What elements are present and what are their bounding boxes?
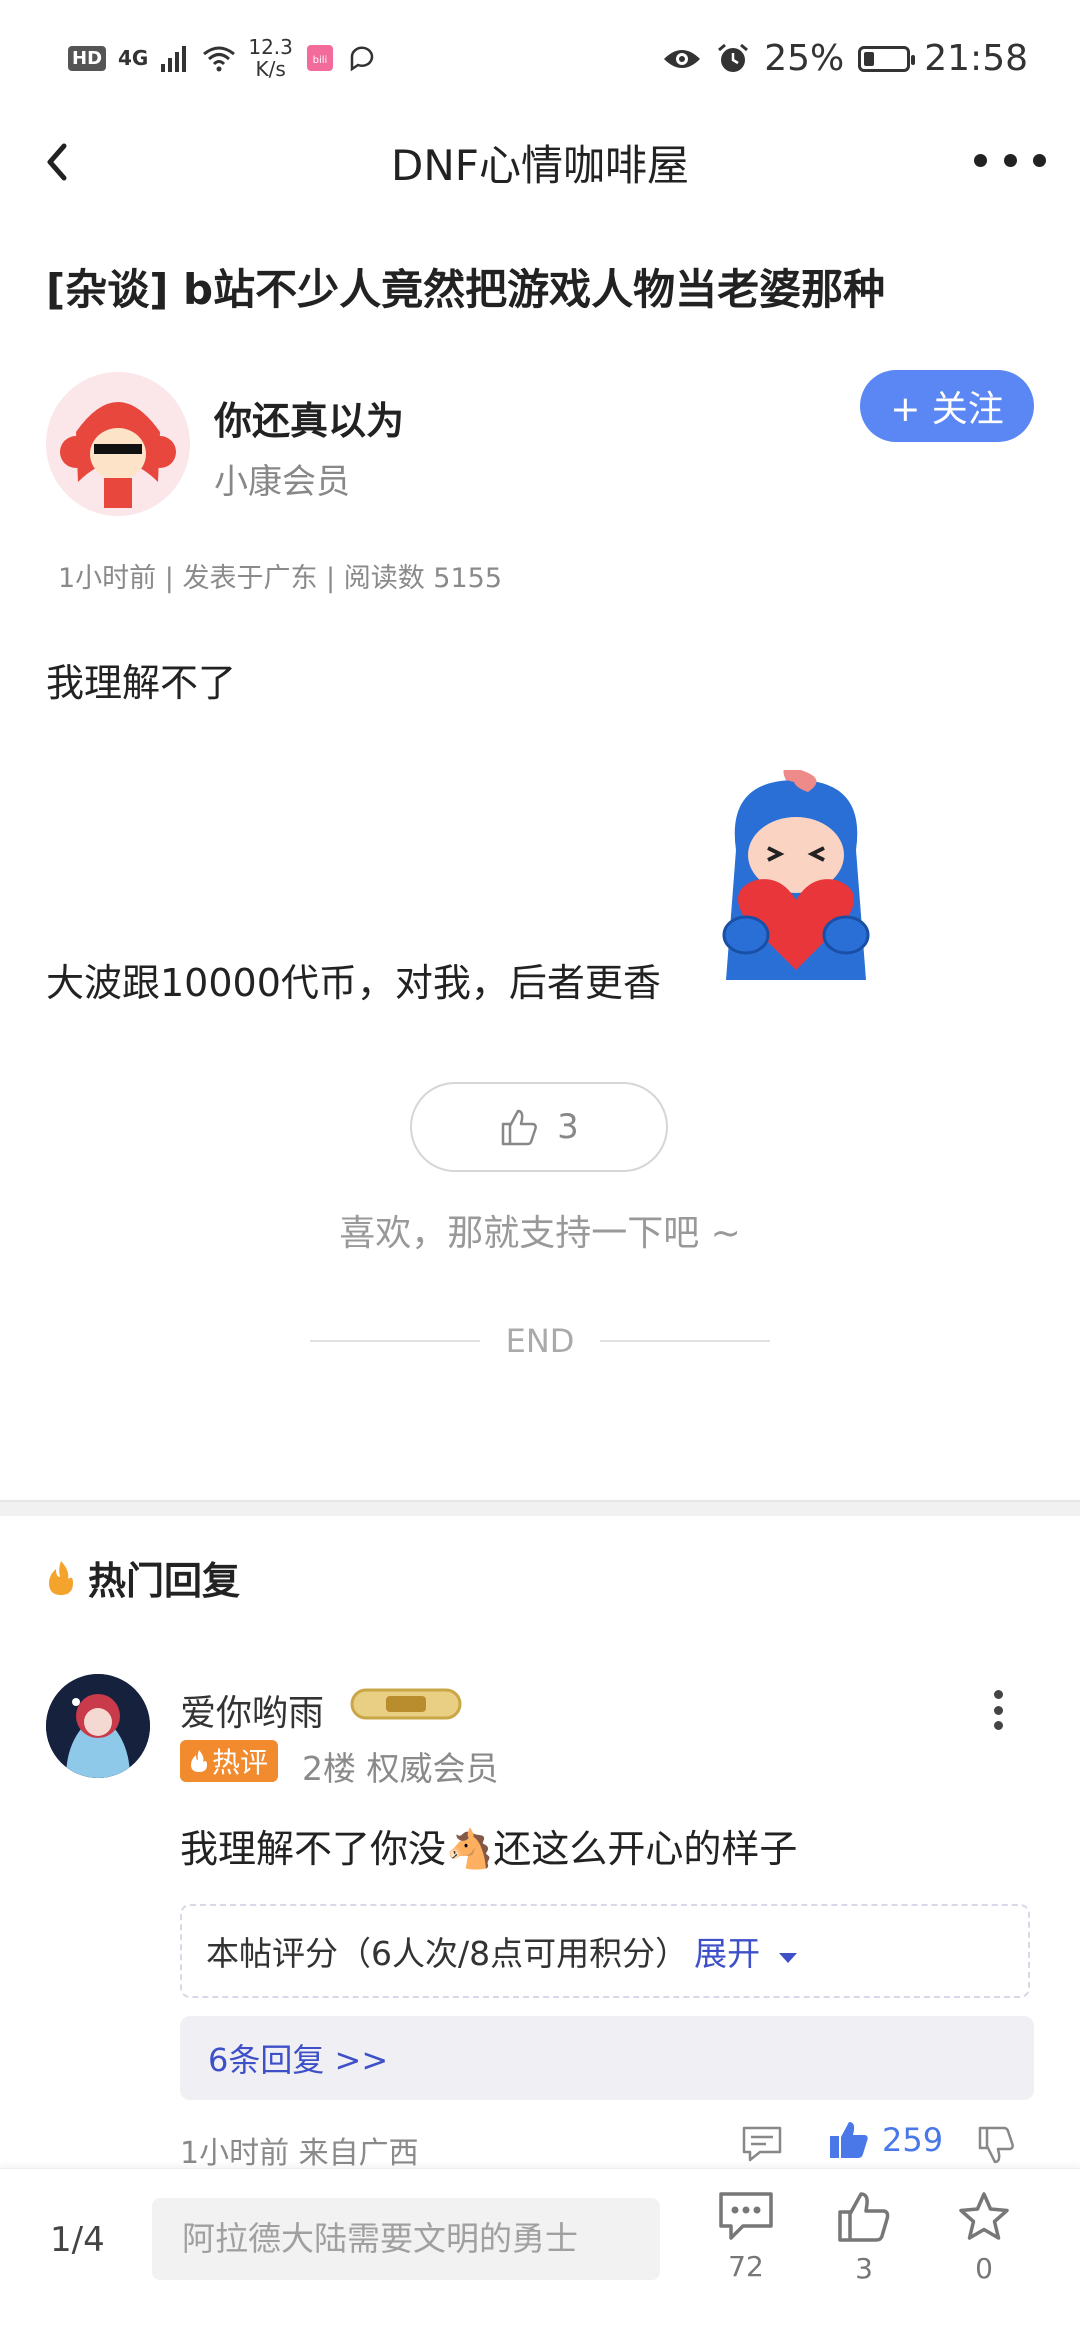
dot bbox=[993, 1690, 1003, 1699]
fire-icon bbox=[49, 1560, 73, 1595]
rating-summary: 本帖评分（6人次/8点可用积分） 展开 bbox=[180, 1904, 1030, 1998]
expand-label: 展开 bbox=[694, 1934, 761, 1973]
hd-badge: HD bbox=[68, 45, 107, 71]
end-label: END bbox=[505, 1322, 575, 1360]
like-button[interactable]: 3 bbox=[824, 2190, 904, 2285]
alarm-icon bbox=[718, 43, 749, 72]
status-bar: HD 4G 12.3 K/s bili 25% 21:58 bbox=[0, 0, 1080, 120]
post-paragraph: 我理解不了 bbox=[46, 661, 237, 705]
author-level: 小康会员 bbox=[214, 462, 350, 502]
comment-more-button[interactable] bbox=[992, 1690, 1004, 1730]
post-meta: 1小时前 | 发表于广东 | 阅读数 5155 bbox=[58, 563, 502, 594]
thumbs-up-filled-icon bbox=[830, 2122, 868, 2158]
svg-text:bili: bili bbox=[313, 55, 328, 66]
hot-replies-header: 热门回复 bbox=[46, 1550, 240, 1605]
comment-like-button[interactable]: 259 bbox=[828, 2120, 943, 2160]
app-notification-icon: bili bbox=[306, 45, 333, 71]
comment-floor-info: 2楼 权威会员 bbox=[302, 1749, 499, 1788]
chat-bubble-icon bbox=[350, 46, 374, 72]
signal-icon bbox=[161, 46, 187, 72]
star-icon bbox=[959, 2192, 1009, 2240]
heart-hug-sticker bbox=[696, 767, 896, 990]
status-left: HD 4G 12.3 K/s bili bbox=[68, 36, 377, 80]
thumbs-up-icon bbox=[838, 2192, 890, 2242]
comment-icon bbox=[742, 2126, 782, 2162]
hot-tag-label: 热评 bbox=[212, 1746, 269, 1779]
avatar-image bbox=[46, 1674, 150, 1778]
thumbs-up-icon bbox=[501, 1109, 538, 1146]
battery-icon bbox=[858, 45, 916, 72]
like-post-button[interactable]: 3 bbox=[410, 1082, 668, 1172]
hot-comment-badge: 热评 bbox=[180, 1740, 279, 1782]
clock: 21:58 bbox=[924, 38, 1028, 79]
more-options-button[interactable] bbox=[974, 140, 1046, 180]
author-name[interactable]: 你还真以为 bbox=[214, 390, 404, 445]
caret-down-icon bbox=[778, 1953, 797, 1963]
reply-comment-button[interactable] bbox=[740, 2124, 784, 2164]
level-badge-icon bbox=[346, 1684, 466, 1724]
author-avatar[interactable] bbox=[46, 372, 190, 516]
dot bbox=[1003, 153, 1017, 167]
support-hint: 喜欢，那就支持一下吧 ~ bbox=[339, 1213, 741, 1254]
favorites-count: 0 bbox=[975, 2252, 993, 2285]
section-divider bbox=[0, 1500, 1080, 1516]
speed-unit: K/s bbox=[255, 57, 286, 81]
comment-dislike-button[interactable] bbox=[976, 2124, 1020, 2168]
likes-count: 3 bbox=[855, 2252, 873, 2285]
like-count: 3 bbox=[557, 1107, 579, 1147]
view-replies-link[interactable]: 6条回复 >> bbox=[180, 2016, 1034, 2100]
commenter-name[interactable]: 爱你哟雨 bbox=[180, 1684, 324, 1736]
fire-icon bbox=[191, 1750, 207, 1772]
comment-text: 我理解不了你没🐴还这么开心的样子 bbox=[180, 1827, 798, 1871]
rating-text: 本帖评分（6人次/8点可用积分） bbox=[206, 1934, 689, 1973]
avatar-image bbox=[46, 372, 190, 516]
comment-bubble-icon bbox=[719, 2192, 773, 2240]
commenter-avatar[interactable] bbox=[46, 1674, 150, 1778]
battery-percent: 25% bbox=[764, 38, 845, 79]
dot bbox=[993, 1705, 1003, 1715]
post-paragraph: 大波跟10000代币，对我，后者更香 bbox=[46, 961, 661, 1005]
rating-expand-button[interactable]: 展开 bbox=[694, 1927, 799, 1975]
reply-input[interactable] bbox=[152, 2198, 660, 2280]
comment-like-count: 259 bbox=[882, 2121, 944, 2159]
divider-line bbox=[600, 1340, 771, 1342]
page-title: DNF心情咖啡屋 bbox=[391, 141, 689, 190]
dot bbox=[1033, 153, 1046, 167]
eye-icon bbox=[664, 49, 701, 68]
comment-time-location: 1小时前 来自广西 bbox=[180, 2136, 419, 2171]
comments-button[interactable]: 72 bbox=[706, 2190, 786, 2283]
dot bbox=[974, 153, 987, 167]
divider-line bbox=[309, 1340, 480, 1342]
hot-replies-title: 热门回复 bbox=[88, 1559, 241, 1603]
comments-count: 72 bbox=[728, 2250, 764, 2283]
network-type: 4G bbox=[118, 46, 149, 70]
network-speed: 12.3 K/s bbox=[248, 36, 293, 80]
follow-button[interactable]: + 关注 bbox=[860, 370, 1034, 442]
page-indicator[interactable]: 1/4 bbox=[50, 2220, 105, 2260]
end-marker: END bbox=[0, 1322, 1080, 1360]
favorite-button[interactable]: 0 bbox=[944, 2190, 1024, 2285]
status-right: 25% 21:58 bbox=[662, 38, 1028, 79]
wifi-icon bbox=[203, 46, 236, 72]
thumbs-down-icon bbox=[978, 2126, 1014, 2164]
speed-value: 12.3 bbox=[248, 35, 293, 59]
dot bbox=[993, 1721, 1003, 1730]
post-title: [杂谈] b站不少人竟然把游戏人物当老婆那种 bbox=[46, 265, 886, 314]
